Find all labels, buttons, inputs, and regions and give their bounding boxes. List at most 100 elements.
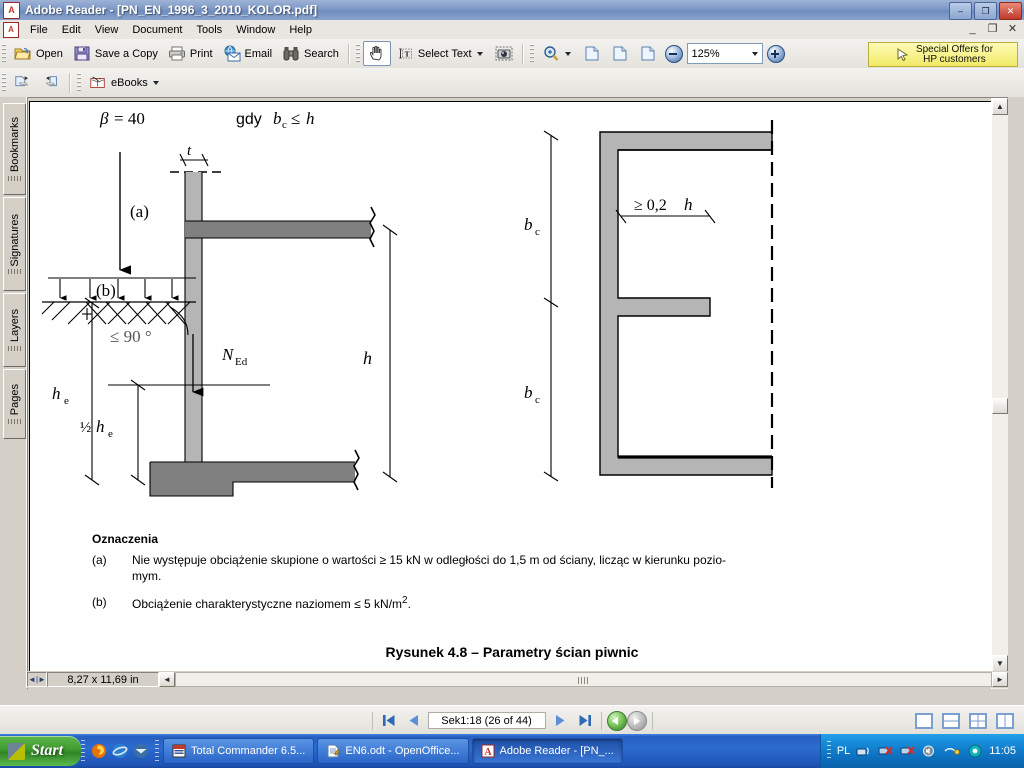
print-button[interactable]: Print: [163, 41, 218, 66]
toolbar-grip-3[interactable]: [529, 43, 534, 64]
sidebar-tab-signatures[interactable]: Signatures: [3, 197, 26, 291]
ebooks-button[interactable]: eBooks: [84, 70, 166, 95]
menu-edit[interactable]: Edit: [55, 22, 88, 38]
mdi-window-controls: _ ❐ ✕: [965, 21, 1020, 36]
mouse-pointer-tray-icon[interactable]: [943, 744, 961, 758]
facing-view-button[interactable]: [996, 712, 1014, 729]
svg-text:(b): (b): [96, 281, 116, 300]
network-icon[interactable]: [856, 744, 872, 758]
fit-page-button[interactable]: [606, 41, 634, 66]
zoom-in-tool-button[interactable]: [537, 41, 578, 66]
go-back-button[interactable]: [606, 710, 627, 731]
toolbar2-grip-2[interactable]: [77, 72, 81, 93]
resize-arrows-icon[interactable]: ◄|►: [27, 672, 47, 687]
network-disconnected-icon-2[interactable]: [900, 744, 916, 758]
pdf-page: β = 40 gdy b c ≤ h t (a) (b) ≤ 90 ° N Ed…: [29, 101, 992, 675]
next-view-button[interactable]: [37, 70, 65, 95]
tray-divider[interactable]: [826, 741, 831, 761]
open-button[interactable]: Open: [9, 41, 68, 66]
system-clock[interactable]: 11:05: [989, 745, 1016, 757]
status-bar: Sek1:18 (26 of 44): [0, 705, 1024, 735]
email-button[interactable]: Email: [218, 41, 278, 66]
chevron-down-icon[interactable]: [476, 51, 483, 56]
fit-width-button[interactable]: [634, 41, 662, 66]
menu-tools[interactable]: Tools: [190, 22, 230, 38]
last-page-button[interactable]: [574, 710, 596, 731]
cursor-arrow-icon: [897, 47, 909, 61]
chevron-down-icon-zoomlevel[interactable]: [751, 51, 758, 56]
zoom-in-button[interactable]: [766, 44, 785, 63]
save-a-copy-button[interactable]: Save a Copy: [68, 41, 163, 66]
thunderbird-icon[interactable]: [133, 743, 149, 759]
scroll-up-button[interactable]: ▲: [992, 98, 1008, 115]
chevron-down-icon-ebooks[interactable]: [152, 80, 159, 85]
go-forward-button[interactable]: [626, 710, 647, 731]
scroll-down-button[interactable]: ▼: [992, 655, 1008, 672]
sidebar-tab-pages[interactable]: Pages: [3, 369, 26, 439]
taskbar-item-total-commander[interactable]: Total Commander 6.5...: [163, 738, 315, 764]
toolbar2-grip[interactable]: [2, 72, 6, 93]
single-page-view-button[interactable]: [915, 712, 933, 729]
menu-bar: A File Edit View Document Tools Window H…: [0, 20, 1024, 40]
firefox-icon[interactable]: [91, 743, 107, 759]
close-button[interactable]: ✕: [999, 2, 1022, 20]
first-page-button[interactable]: [378, 710, 400, 731]
scroll-right-button[interactable]: ►: [992, 672, 1008, 687]
svg-text:c: c: [282, 119, 287, 131]
language-indicator[interactable]: PL: [837, 745, 850, 757]
volume-icon[interactable]: [922, 744, 937, 758]
mdi-restore-button[interactable]: ❐: [985, 21, 1000, 36]
taskbar-divider[interactable]: [155, 740, 160, 762]
continuous-facing-view-button[interactable]: [969, 712, 987, 729]
vertical-scroll-thumb[interactable]: [992, 398, 1008, 414]
toolbar-grip[interactable]: [2, 43, 6, 64]
teal-app-icon[interactable]: [967, 744, 983, 758]
svg-text:β: β: [99, 109, 109, 128]
previous-view-button[interactable]: [9, 70, 37, 95]
maximize-button[interactable]: ❐: [974, 2, 997, 20]
zoom-out-button[interactable]: [664, 44, 683, 63]
document-vertical-scrollbar[interactable]: ▲ ▼: [991, 98, 1008, 689]
minimize-button[interactable]: –: [949, 2, 972, 20]
page-indicator[interactable]: Sek1:18 (26 of 44): [427, 712, 546, 729]
note-b-main: Obciążenie charakterystyczne naziomem ≤ …: [132, 597, 403, 611]
internet-explorer-icon[interactable]: [112, 743, 128, 759]
horizontal-scroll-thumb[interactable]: [577, 677, 590, 684]
snapshot-tool-button[interactable]: [490, 41, 518, 66]
taskbar-item-adobe-reader[interactable]: A Adobe Reader - [PN_...: [471, 738, 623, 764]
horizontal-scroll-track[interactable]: [175, 672, 992, 687]
special-offers-banner[interactable]: Special Offers for HP customers: [868, 42, 1018, 67]
hand-tool-button[interactable]: [362, 41, 391, 66]
search-button[interactable]: Search: [277, 41, 344, 66]
sidebar-tab-layers[interactable]: Layers: [3, 293, 26, 367]
start-button[interactable]: Start: [0, 736, 82, 766]
svg-text:h: h: [684, 195, 693, 214]
statusbar-divider-2: [600, 711, 602, 730]
email-button-label: Email: [244, 47, 273, 60]
chevron-down-icon-zoom[interactable]: [564, 51, 571, 56]
scroll-left-button[interactable]: ◄: [159, 672, 175, 687]
taskbar-item-openoffice[interactable]: EN6.odt - OpenOffice...: [317, 738, 469, 764]
toolbar-grip-2[interactable]: [355, 43, 360, 64]
document-pane[interactable]: β = 40 gdy b c ≤ h t (a) (b) ≤ 90 ° N Ed…: [27, 97, 1008, 689]
zoom-level-combobox[interactable]: 125%: [686, 43, 763, 64]
menu-help[interactable]: Help: [282, 22, 319, 38]
svg-text:(a): (a): [130, 202, 149, 221]
network-disconnected-icon-1[interactable]: [878, 744, 894, 758]
menu-view[interactable]: View: [88, 22, 126, 38]
page-icon-3: [641, 46, 655, 61]
actual-size-button[interactable]: [578, 41, 606, 66]
tab-grip-icon-2: [8, 269, 21, 275]
mdi-close-button[interactable]: ✕: [1005, 21, 1020, 36]
mdi-minimize-button[interactable]: _: [965, 21, 980, 36]
next-page-button[interactable]: [549, 710, 571, 731]
sidebar-tab-bookmarks[interactable]: Bookmarks: [3, 103, 26, 195]
menu-file[interactable]: File: [23, 22, 55, 38]
select-text-button[interactable]: T Select Text: [391, 41, 490, 66]
continuous-view-button[interactable]: [942, 712, 960, 729]
menu-window[interactable]: Window: [229, 22, 282, 38]
menu-document[interactable]: Document: [125, 22, 189, 38]
binoculars-search-icon: [283, 47, 299, 61]
previous-page-button[interactable]: [403, 710, 425, 731]
page-icon-1: [585, 46, 599, 61]
